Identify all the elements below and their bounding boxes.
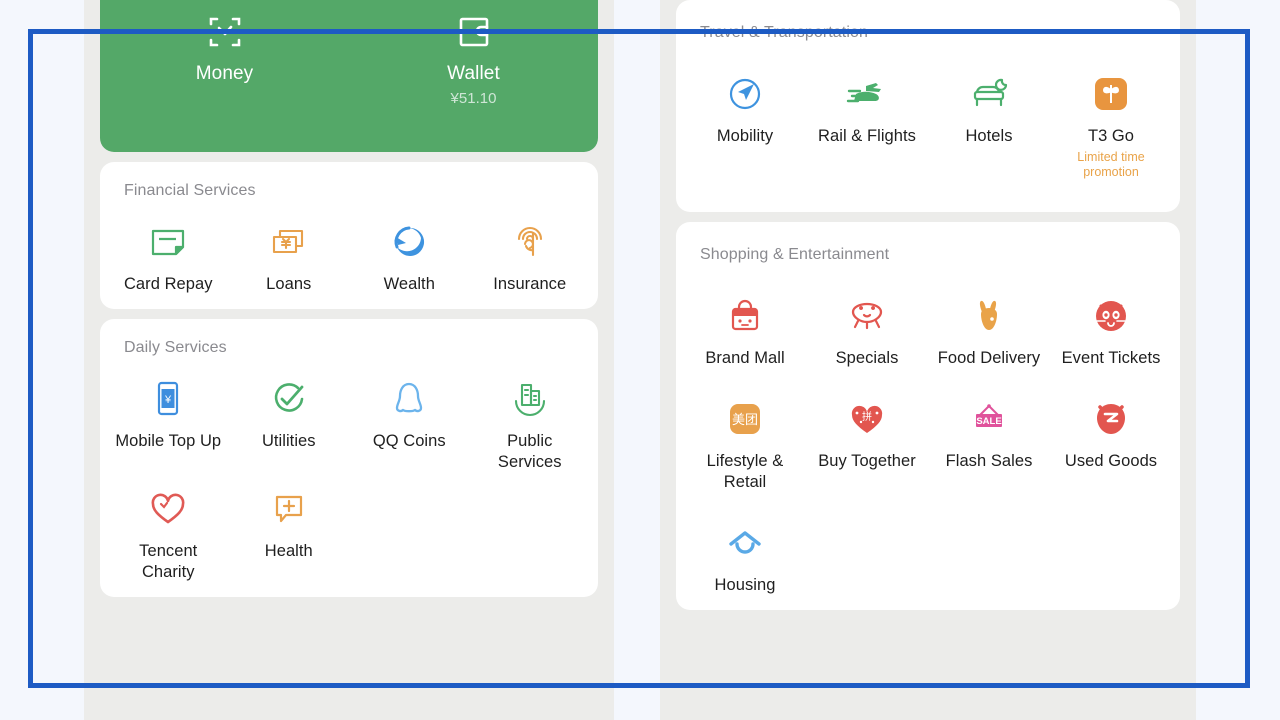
scan-qr-icon <box>203 8 247 54</box>
svg-text:¥: ¥ <box>164 394 172 406</box>
health-plus-icon <box>267 487 311 531</box>
tile-label: Insurance <box>493 275 567 293</box>
tile-label: Public Services <box>497 432 562 471</box>
travel-transportation-card: Travel & Transportation Mobility Rail & … <box>676 0 1180 212</box>
public-services-icon <box>508 377 552 421</box>
tile-t3go[interactable]: T3 Go Limited time promotion <box>1050 72 1172 180</box>
svg-text:拼: 拼 <box>862 410 872 423</box>
tile-label: Tencent Charity <box>139 542 198 581</box>
tile-buy-together[interactable]: 拼 Buy Together <box>806 397 928 493</box>
card-repay-icon <box>146 220 190 264</box>
tile-event-tickets[interactable]: Event Tickets <box>1050 294 1172 369</box>
financial-services-card: Financial Services Card Repay Loans Weal… <box>100 162 598 309</box>
tile-used-goods[interactable]: Used Goods <box>1050 397 1172 493</box>
tile-label: Food Delivery <box>937 349 1041 367</box>
right-screen-column: Travel & Transportation Mobility Rail & … <box>660 0 1196 720</box>
tile-label: Flash Sales <box>945 452 1033 470</box>
tile-lifestyle-retail[interactable]: 美团 Lifestyle & Retail <box>684 397 806 493</box>
daily-services-card: Daily Services ¥ Mobile Top Up Utilities… <box>100 319 598 597</box>
tile-label: Event Tickets <box>1061 349 1161 367</box>
tile-qq-coins[interactable]: QQ Coins <box>349 377 470 473</box>
housing-roof-icon <box>723 521 767 565</box>
tile-label: Rail & Flights <box>818 127 916 145</box>
tile-insurance[interactable]: Insurance <box>470 220 591 295</box>
tile-mobile-top-up[interactable]: ¥ Mobile Top Up <box>108 377 229 473</box>
tile-label: Mobility <box>716 127 774 145</box>
t3go-promo-badge: Limited time promotion <box>1077 150 1145 179</box>
tile-brand-mall[interactable]: Brand Mall <box>684 294 806 369</box>
shopping-entertainment-card: Shopping & Entertainment Brand Mall Spec… <box>676 222 1180 610</box>
pinduoduo-heart-icon: 拼 <box>845 397 889 441</box>
tile-label: Housing <box>714 576 776 594</box>
insurance-icon <box>508 220 552 264</box>
tile-health[interactable]: Health <box>229 487 350 583</box>
money-wallet-header: Money Wallet ¥51.10 <box>100 0 598 152</box>
tile-public-services[interactable]: Public Services <box>470 377 591 473</box>
wallet-label: Wallet <box>447 63 500 84</box>
tile-rail-flights[interactable]: Rail & Flights <box>806 72 928 180</box>
tile-label: Wealth <box>383 275 435 293</box>
svg-text:SALE: SALE <box>976 416 1001 427</box>
tile-label: Used Goods <box>1064 452 1158 470</box>
tile-label: Utilities <box>261 432 316 450</box>
tile-label: Lifestyle & Retail <box>706 452 784 491</box>
svg-text:美团: 美团 <box>732 412 758 427</box>
tile-label: Buy Together <box>818 452 916 470</box>
specials-pig-icon <box>845 294 889 338</box>
wallet-icon <box>452 8 496 54</box>
section-title-travel-transportation: Travel & Transportation <box>700 24 869 41</box>
financial-services-grid: Card Repay Loans Wealth Insurance <box>100 208 598 295</box>
tile-hotels[interactable]: Hotels <box>928 72 1050 180</box>
section-title-daily-services: Daily Services <box>124 339 227 356</box>
tile-utilities[interactable]: Utilities <box>229 377 350 473</box>
t3go-icon <box>1089 72 1133 116</box>
screen-capture: Money Wallet ¥51.10 Financial Services C… <box>0 0 1280 720</box>
tile-label: Brand Mall <box>705 349 785 367</box>
tile-card-repay[interactable]: Card Repay <box>108 220 229 295</box>
tile-housing[interactable]: Housing <box>684 521 806 596</box>
loans-icon <box>267 220 311 264</box>
tile-loans[interactable]: Loans <box>229 220 350 295</box>
daily-services-grid: ¥ Mobile Top Up Utilities QQ Coins Publi… <box>100 365 598 583</box>
brand-mall-bag-icon <box>723 294 767 338</box>
meituan-icon: 美团 <box>723 397 767 441</box>
shopping-entertainment-grid: Brand Mall Specials Food Delivery Event … <box>676 272 1180 596</box>
charity-heart-icon <box>146 487 190 531</box>
flash-sale-sign-icon: SALE <box>967 397 1011 441</box>
tile-label: QQ Coins <box>372 432 446 450</box>
section-title-shopping-entertainment: Shopping & Entertainment <box>700 246 890 263</box>
tile-label: Loans <box>266 275 312 293</box>
event-cat-icon <box>1089 294 1133 338</box>
mobile-topup-icon: ¥ <box>146 377 190 421</box>
tile-food-delivery[interactable]: Food Delivery <box>928 294 1050 369</box>
left-screen-column: Money Wallet ¥51.10 Financial Services C… <box>84 0 614 720</box>
tile-label: Specials <box>835 349 899 367</box>
tile-wealth[interactable]: Wealth <box>349 220 470 295</box>
money-label: Money <box>195 63 254 84</box>
tile-label: T3 Go <box>1087 127 1135 145</box>
tile-flash-sales[interactable]: SALE Flash Sales <box>928 397 1050 493</box>
train-plane-icon <box>845 72 889 116</box>
tile-label: Card Repay <box>123 275 213 293</box>
tile-specials[interactable]: Specials <box>806 294 928 369</box>
tile-label: Mobile Top Up <box>115 432 222 450</box>
hotel-bed-icon <box>967 72 1011 116</box>
money-entry[interactable]: Money <box>100 8 349 90</box>
tile-label: Health <box>264 542 313 560</box>
tile-mobility[interactable]: Mobility <box>684 72 806 180</box>
wallet-entry[interactable]: Wallet ¥51.10 <box>349 8 598 107</box>
food-rabbit-icon <box>967 294 1011 338</box>
used-goods-icon <box>1089 397 1133 441</box>
mobility-compass-icon <box>723 72 767 116</box>
section-title-financial-services: Financial Services <box>124 182 256 199</box>
utilities-check-icon <box>267 377 311 421</box>
wealth-icon <box>387 220 431 264</box>
qq-penguin-icon <box>387 377 431 421</box>
wallet-amount: ¥51.10 <box>450 90 497 107</box>
travel-transportation-grid: Mobility Rail & Flights Hotels T3 Go Lim… <box>676 50 1180 198</box>
tile-label: Hotels <box>965 127 1013 145</box>
tile-tencent-charity[interactable]: Tencent Charity <box>108 487 229 583</box>
